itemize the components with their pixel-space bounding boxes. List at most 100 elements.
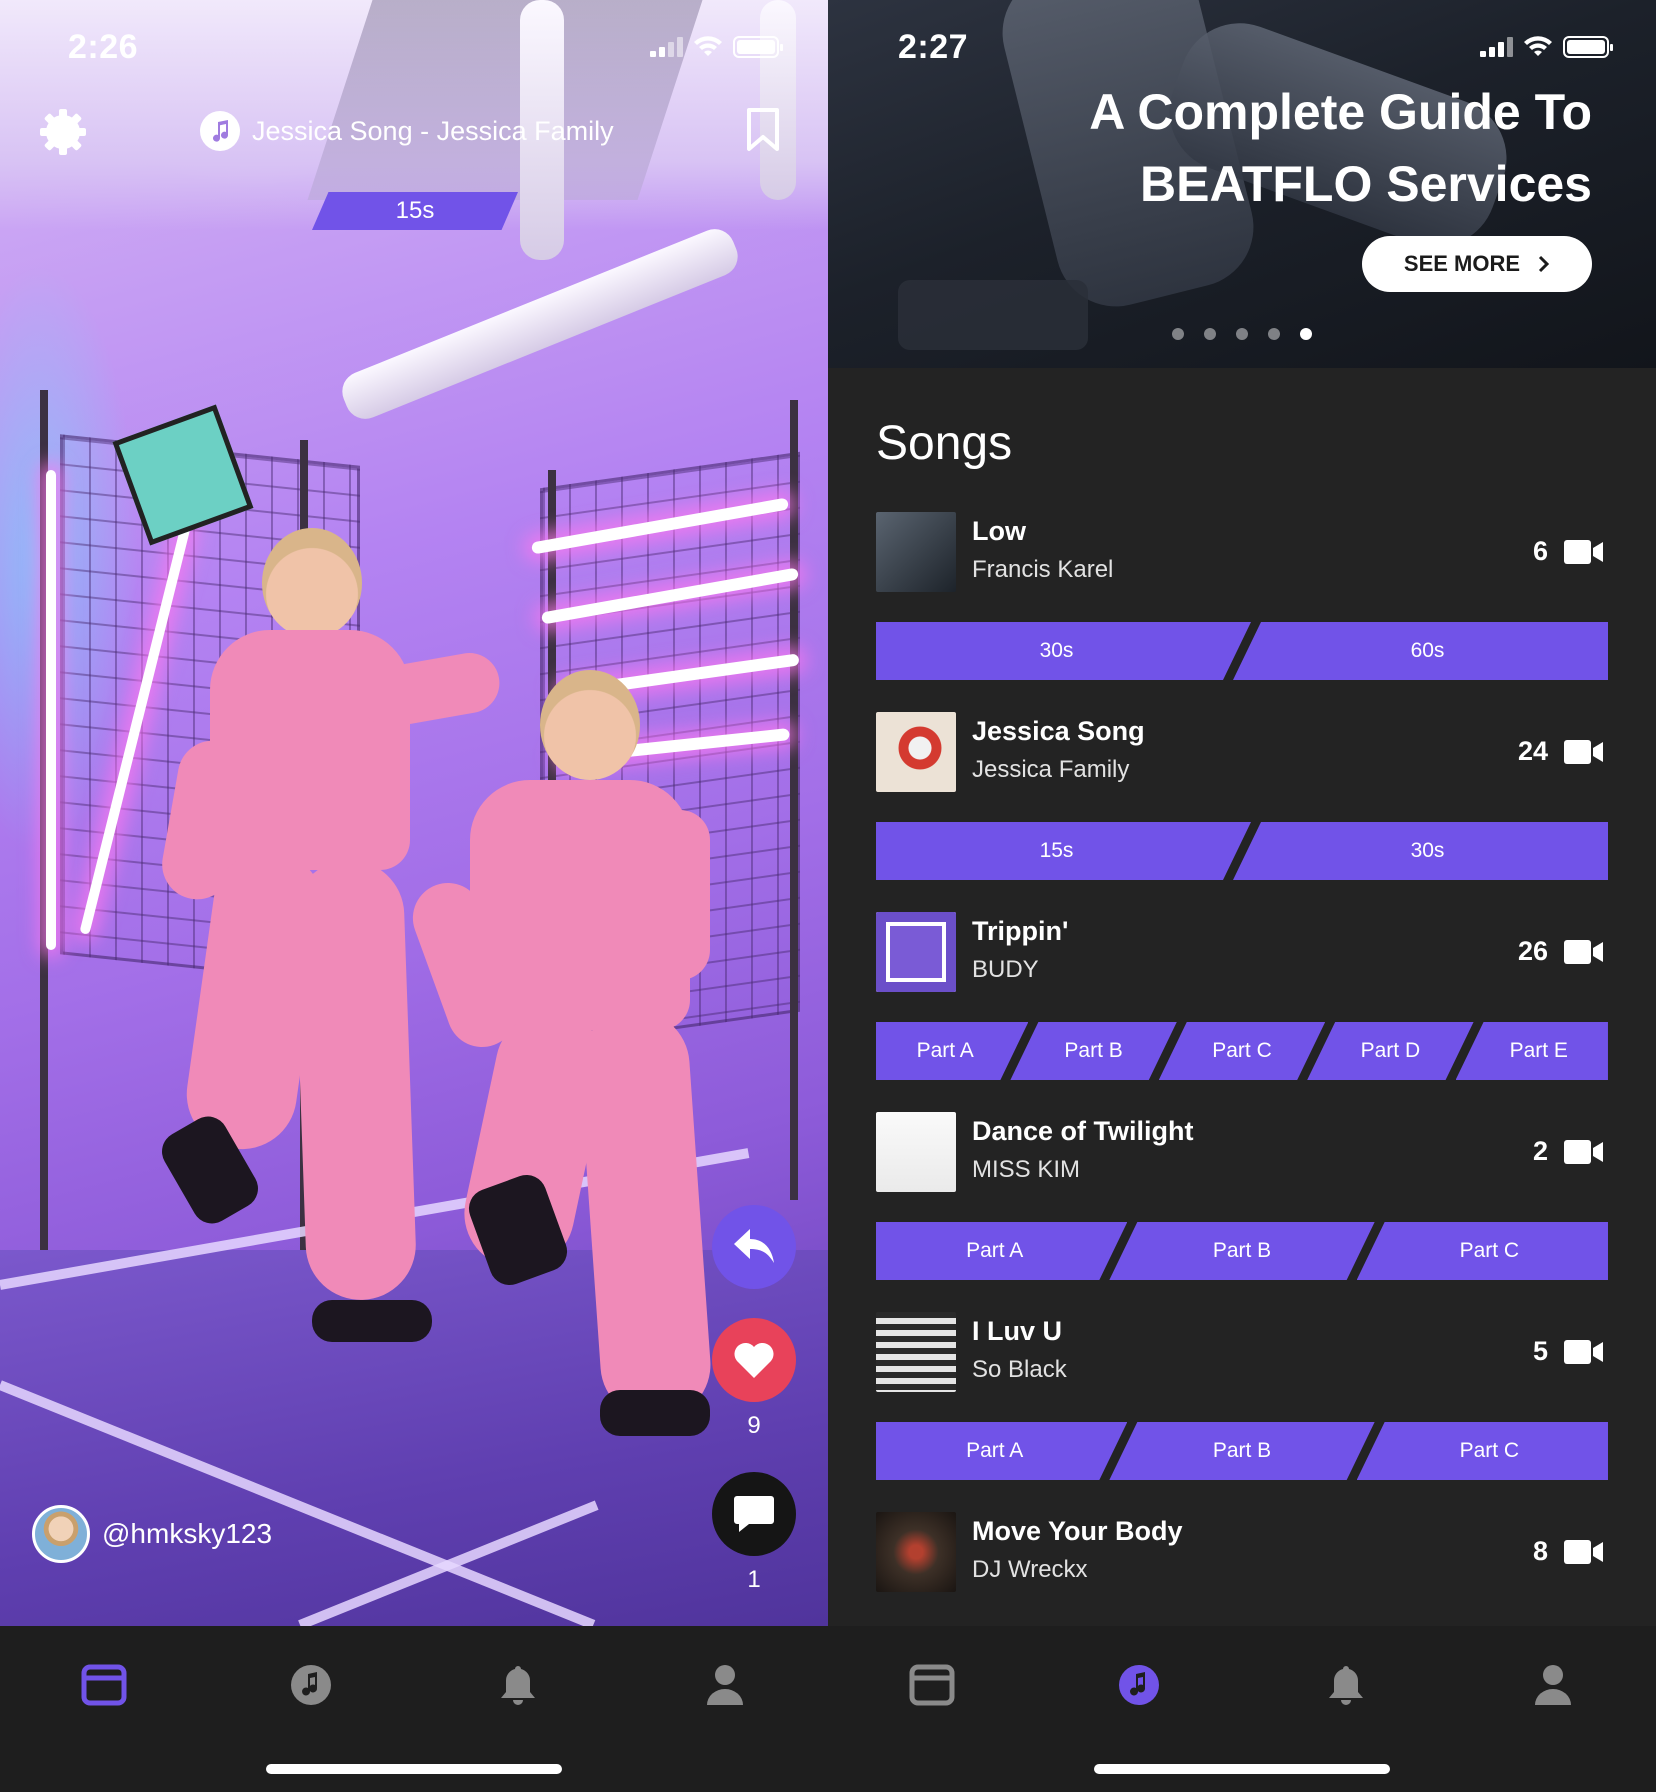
tab-profile[interactable] bbox=[1524, 1656, 1582, 1714]
current-song[interactable]: Jessica Song - Jessica Family bbox=[200, 111, 614, 151]
album-art[interactable] bbox=[876, 912, 956, 992]
song-title[interactable]: Low bbox=[972, 516, 1026, 547]
album-art[interactable] bbox=[876, 512, 956, 592]
dancer-head bbox=[540, 670, 640, 780]
dancer-arm bbox=[650, 810, 710, 980]
part-button[interactable]: Part A bbox=[876, 1022, 1029, 1080]
tab-feed[interactable] bbox=[75, 1656, 133, 1714]
song-title[interactable]: Dance of Twilight bbox=[972, 1116, 1194, 1147]
gear-icon[interactable] bbox=[40, 109, 86, 155]
see-more-button[interactable]: SEE MORE bbox=[1362, 236, 1592, 292]
video-count: 2 bbox=[1532, 1136, 1548, 1166]
part-button[interactable]: 30s bbox=[876, 622, 1251, 680]
home-indicator bbox=[266, 1764, 562, 1774]
song-row[interactable]: I Luv U So Black 5 Part A Part B Part C bbox=[876, 1312, 1608, 1512]
carousel-dot[interactable] bbox=[1172, 328, 1184, 340]
video-count: 8 bbox=[1532, 1536, 1548, 1566]
song-row[interactable]: Trippin' BUDY 26 Part A Part B Part C Part D Pa… bbox=[876, 912, 1608, 1112]
heart-icon bbox=[734, 1342, 774, 1378]
part-button[interactable]: Part A bbox=[876, 1222, 1128, 1280]
like-button[interactable] bbox=[712, 1318, 796, 1402]
profile-icon bbox=[707, 1665, 743, 1705]
part-button[interactable]: Part A bbox=[876, 1422, 1128, 1480]
hero-sign bbox=[898, 280, 1088, 350]
part-button[interactable]: Part B bbox=[1109, 1422, 1375, 1480]
song-artist: BUDY bbox=[972, 956, 1039, 983]
part-button[interactable]: Part D bbox=[1307, 1022, 1474, 1080]
songs-heading: Songs bbox=[876, 417, 1013, 470]
avatar[interactable] bbox=[32, 1505, 90, 1563]
carousel-dot[interactable] bbox=[1236, 328, 1248, 340]
song-title[interactable]: Trippin' bbox=[972, 916, 1068, 947]
wifi-icon bbox=[1524, 36, 1552, 56]
tab-music[interactable] bbox=[1110, 1656, 1168, 1714]
dancer-leg bbox=[292, 858, 418, 1302]
part-button[interactable]: 15s bbox=[876, 822, 1251, 880]
video-top-bar: Jessica Song - Jessica Family bbox=[0, 95, 828, 165]
tab-profile[interactable] bbox=[696, 1656, 754, 1714]
song-row[interactable]: Jessica Song Jessica Family 24 15s 30s bbox=[876, 712, 1608, 912]
tab-feed[interactable] bbox=[903, 1656, 961, 1714]
comment-button[interactable] bbox=[712, 1472, 796, 1556]
feed-icon bbox=[81, 1664, 127, 1706]
part-button[interactable]: Part B bbox=[1109, 1222, 1375, 1280]
song-title[interactable]: Move Your Body bbox=[972, 1516, 1183, 1547]
carousel-dot-active[interactable] bbox=[1300, 328, 1312, 340]
song-title[interactable]: I Luv U bbox=[972, 1316, 1062, 1347]
hero-title: A Complete Guide To BEATFLO Services bbox=[1089, 76, 1592, 220]
part-button[interactable]: 30s bbox=[1233, 822, 1608, 880]
carousel-dot[interactable] bbox=[1204, 328, 1216, 340]
username[interactable]: @hmksky123 bbox=[102, 1518, 272, 1550]
home-indicator bbox=[1094, 1764, 1390, 1774]
album-art[interactable] bbox=[876, 1512, 956, 1592]
dance-video[interactable] bbox=[0, 0, 828, 1630]
dancer-shoe bbox=[600, 1390, 710, 1436]
video-camera-icon bbox=[1564, 540, 1603, 564]
carousel-dots bbox=[1172, 328, 1312, 340]
song-row[interactable]: Dance of Twilight MISS KIM 2 Part A Part B Pa… bbox=[876, 1112, 1608, 1312]
bookmark-icon[interactable] bbox=[745, 107, 781, 153]
part-button[interactable]: Part C bbox=[1158, 1022, 1326, 1080]
song-artist: MISS KIM bbox=[972, 1156, 1081, 1183]
see-more-label: SEE MORE bbox=[1403, 251, 1521, 276]
part-button[interactable]: Part C bbox=[1356, 1222, 1608, 1280]
video-author[interactable]: @hmksky123 bbox=[32, 1505, 272, 1563]
battery-icon bbox=[1563, 36, 1613, 58]
tab-notifications[interactable] bbox=[1317, 1656, 1375, 1714]
album-art[interactable] bbox=[876, 712, 956, 792]
status-time: 2:27 bbox=[898, 28, 969, 66]
battery-icon bbox=[733, 36, 783, 58]
part-selector: 15s 30s bbox=[876, 822, 1608, 880]
tab-music[interactable] bbox=[282, 1656, 340, 1714]
share-button[interactable] bbox=[712, 1205, 796, 1289]
music-note-icon bbox=[200, 111, 240, 151]
part-button[interactable]: 60s bbox=[1233, 622, 1608, 680]
video-count: 24 bbox=[1517, 736, 1548, 766]
profile-icon bbox=[1535, 1665, 1571, 1705]
current-song-title: Jessica Song - Jessica Family bbox=[252, 115, 614, 146]
song-artist: Jessica Family bbox=[972, 756, 1130, 783]
part-button[interactable]: Part C bbox=[1356, 1422, 1608, 1480]
song-row[interactable]: Low Francis Karel 6 30s 60s bbox=[876, 512, 1608, 712]
part-button[interactable]: Part B bbox=[1010, 1022, 1177, 1080]
music-icon bbox=[1119, 1665, 1159, 1705]
wifi-icon bbox=[694, 36, 722, 56]
dancer-shoe bbox=[312, 1300, 432, 1342]
dancer-body bbox=[210, 630, 410, 870]
album-art[interactable] bbox=[876, 1112, 956, 1192]
part-button[interactable]: Part E bbox=[1455, 1022, 1608, 1080]
bell-icon bbox=[1329, 1666, 1363, 1705]
tab-notifications[interactable] bbox=[489, 1656, 547, 1714]
neon-light bbox=[46, 470, 56, 950]
likes-count: 9 bbox=[747, 1412, 761, 1439]
song-artist: DJ Wreckx bbox=[972, 1556, 1088, 1583]
carousel-dot[interactable] bbox=[1268, 328, 1280, 340]
bell-icon bbox=[501, 1666, 535, 1705]
album-art[interactable] bbox=[876, 1312, 956, 1392]
hero-title-line: BEATFLO Services bbox=[1139, 156, 1592, 212]
part-selector: Part A Part B Part C bbox=[876, 1422, 1608, 1480]
feed-icon bbox=[909, 1664, 955, 1706]
song-list: Low Francis Karel 6 30s 60s Jessica Song Jessi… bbox=[876, 512, 1608, 1712]
song-title[interactable]: Jessica Song bbox=[972, 716, 1145, 747]
duration-tag[interactable]: 15s bbox=[312, 192, 518, 230]
